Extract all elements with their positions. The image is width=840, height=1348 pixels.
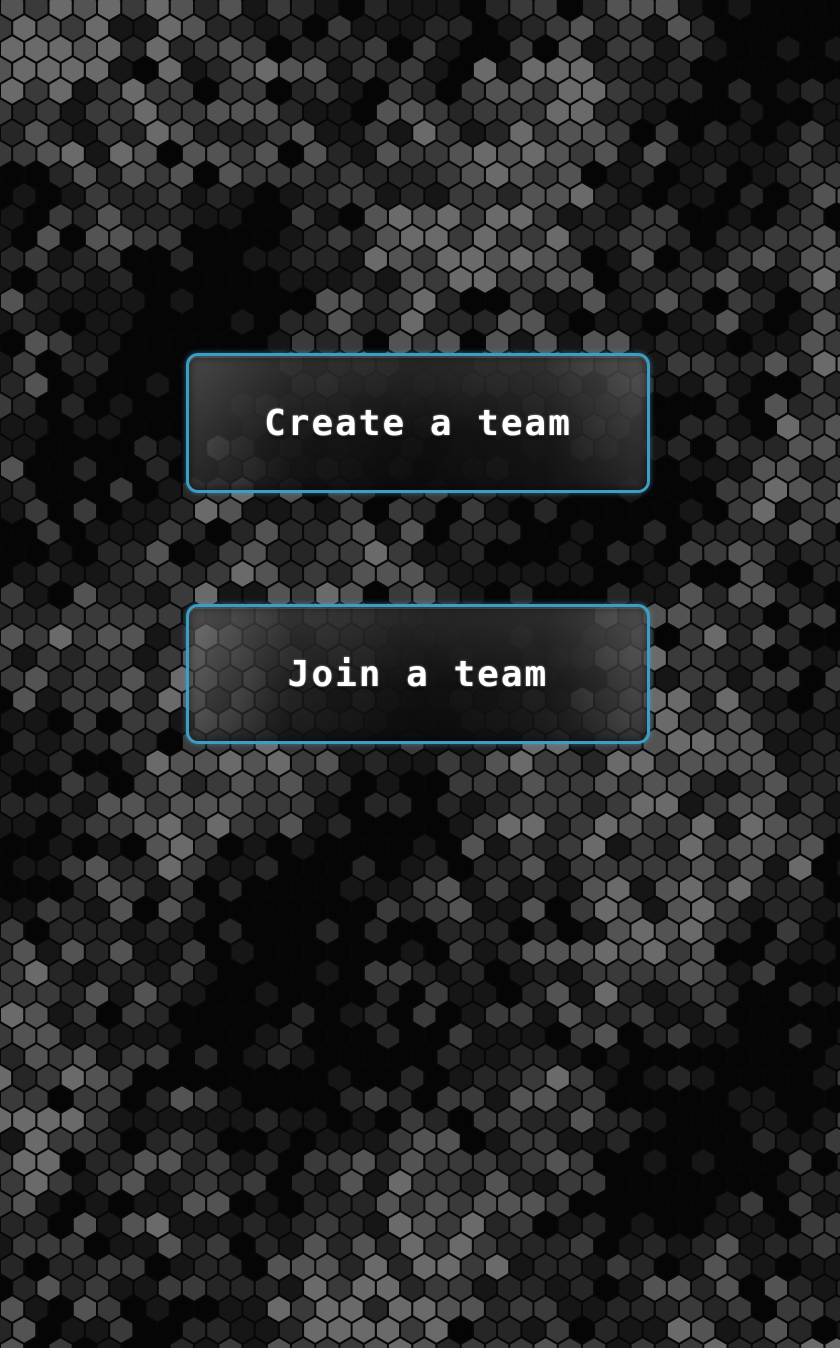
join-team-label: Join a team	[287, 653, 549, 695]
join-team-button[interactable]: Join a team	[186, 604, 650, 744]
create-team-button[interactable]: Create a team	[186, 353, 650, 493]
create-team-label: Create a team	[264, 402, 572, 444]
team-menu-screen: Create a team Join a team	[0, 0, 840, 1348]
